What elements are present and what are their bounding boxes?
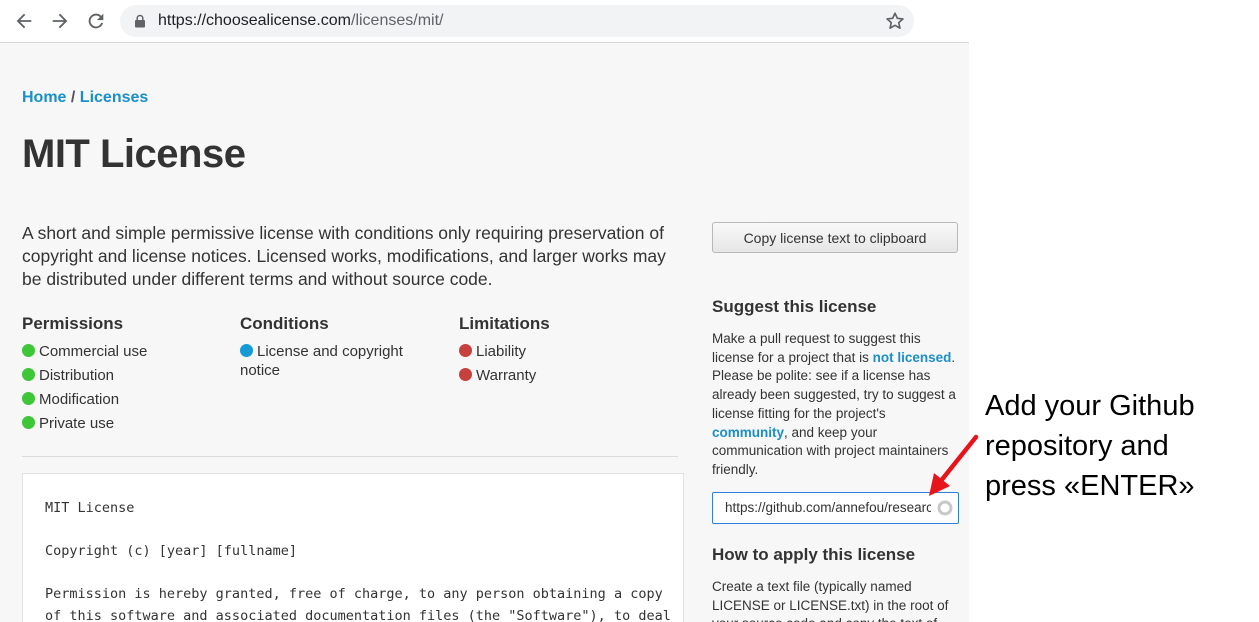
permission-label: Private use — [39, 415, 115, 432]
annotation-arrow-icon — [929, 434, 979, 496]
permission-dot-icon — [22, 392, 35, 405]
permission-label: Distribution — [39, 367, 115, 384]
back-arrow-icon[interactable] — [13, 10, 35, 32]
license-description: A short and simple permissive license wi… — [22, 223, 666, 289]
conditions-column: Conditions License and copyright notice — [240, 314, 430, 385]
list-item: Commercial use — [22, 342, 222, 361]
conditions-heading: Conditions — [240, 314, 329, 333]
list-item: License and copyright notice — [240, 342, 430, 380]
limitation-dot-icon — [459, 344, 472, 357]
permission-dot-icon — [22, 416, 35, 429]
condition-dot-icon — [240, 344, 253, 357]
permissions-column: Permissions Commercial use Distribution … — [22, 314, 222, 438]
address-bar[interactable]: https://choosealicense.com/licenses/mit/ — [120, 5, 914, 37]
breadcrumb-separator: / — [66, 89, 80, 106]
url-path: /licenses/mit/ — [351, 12, 444, 29]
apply-heading: How to apply this license — [712, 545, 916, 564]
forward-arrow-icon[interactable] — [49, 10, 71, 32]
browser-toolbar: https://choosealicense.com/licenses/mit/ — [0, 0, 969, 43]
permission-label: Commercial use — [39, 343, 148, 360]
list-item: Private use — [22, 414, 222, 433]
annotation-text: Add your Github repository and press «EN… — [985, 386, 1195, 506]
list-item: Modification — [22, 390, 222, 409]
url-text: https://choosealicense.com/licenses/mit/ — [158, 12, 443, 30]
permissions-heading: Permissions — [22, 314, 124, 333]
permission-label: Modification — [39, 391, 120, 408]
bookmark-star-icon[interactable] — [884, 10, 906, 32]
repository-url-value: https://github.com/annefou/research — [725, 500, 931, 515]
page-title: MIT License — [22, 132, 246, 176]
apply-text: Create a text file (typically named LICE… — [712, 579, 949, 622]
permission-dot-icon — [22, 344, 35, 357]
annotation-line: Add your Github — [985, 390, 1195, 422]
breadcrumb-home-link[interactable]: Home — [22, 89, 66, 106]
limitations-column: Limitations Liability Warranty — [459, 314, 659, 390]
license-text: MIT License Copyright (c) [year] [fullna… — [45, 500, 671, 622]
breadcrumb: Home / Licenses — [22, 89, 148, 107]
license-text-box: MIT License Copyright (c) [year] [fullna… — [22, 473, 684, 622]
url-host: https://choosealicense.com — [158, 12, 351, 29]
limitation-label: Warranty — [476, 367, 537, 384]
list-item: Warranty — [459, 366, 659, 385]
lock-icon — [133, 14, 147, 28]
community-link[interactable]: community — [712, 425, 784, 440]
loading-spinner-icon — [937, 500, 953, 516]
copy-license-button[interactable]: Copy license text to clipboard — [712, 222, 958, 253]
not-licensed-link[interactable]: not licensed — [873, 350, 952, 365]
section-divider — [22, 456, 678, 457]
reload-icon[interactable] — [85, 10, 107, 32]
annotation-line: repository and — [985, 430, 1169, 462]
limitations-heading: Limitations — [459, 314, 550, 333]
suggest-heading: Suggest this license — [712, 297, 877, 316]
limitation-label: Liability — [476, 343, 527, 360]
annotation-line: press «ENTER» — [985, 470, 1195, 502]
permission-dot-icon — [22, 368, 35, 381]
limitation-dot-icon — [459, 368, 472, 381]
list-item: Distribution — [22, 366, 222, 385]
breadcrumb-licenses-link[interactable]: Licenses — [80, 89, 148, 106]
condition-label: License and copyright notice — [240, 343, 403, 379]
list-item: Liability — [459, 342, 659, 361]
browser-window: https://choosealicense.com/licenses/mit/… — [0, 0, 969, 622]
